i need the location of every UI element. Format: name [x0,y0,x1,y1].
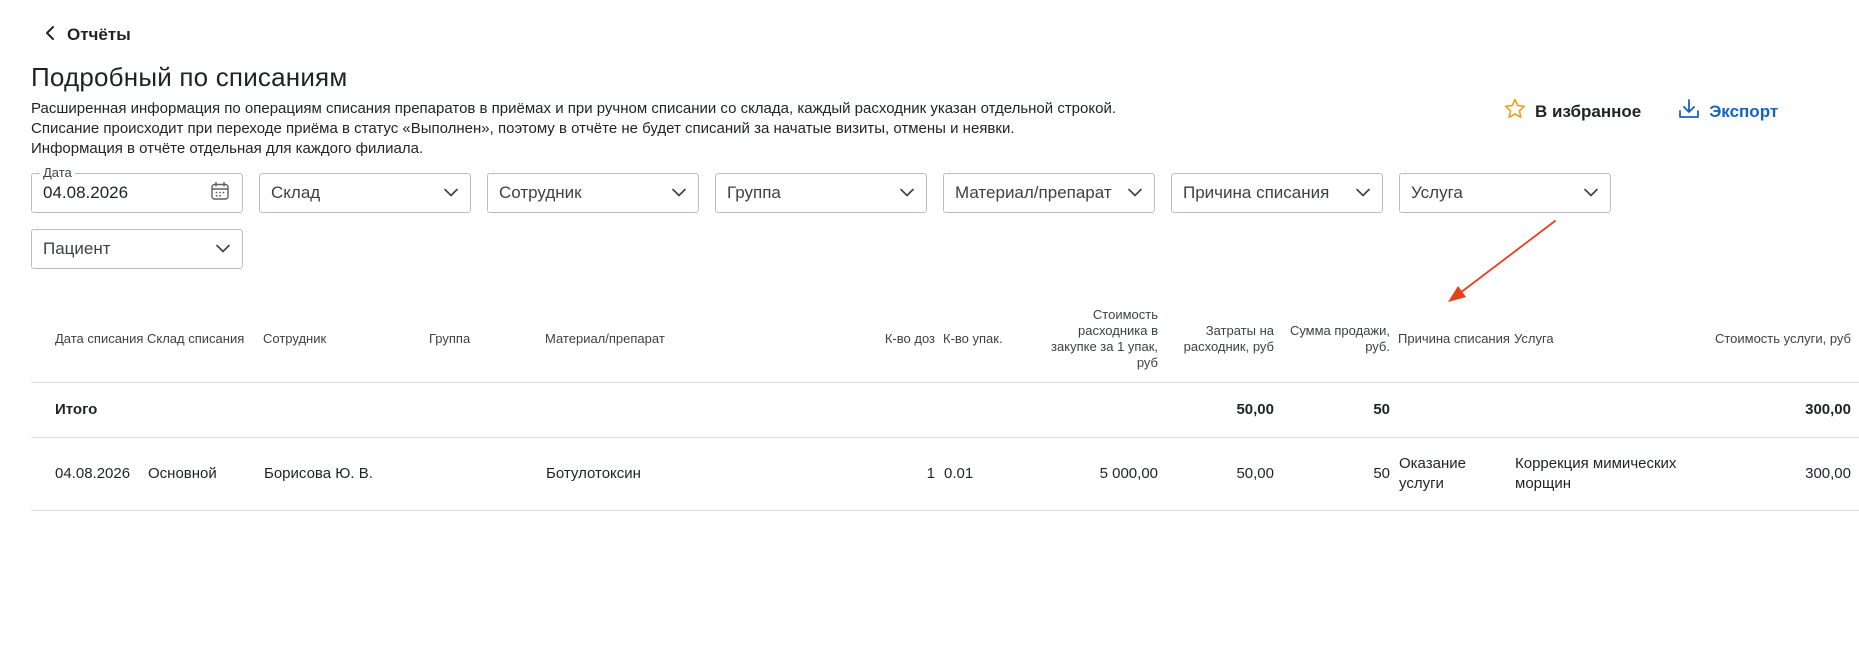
column-header[interactable]: К-во упак. [943,296,1033,383]
warehouse-filter[interactable]: Склад [259,173,471,213]
cell-service: Коррекция мимических морщин [1514,437,1714,511]
cell-material: Ботулотоксин [545,437,877,511]
employee-filter[interactable]: Сотрудник [487,173,699,213]
column-header[interactable]: Материал/препарат [545,296,877,383]
total-costs: 50,00 [1166,382,1282,438]
service-filter[interactable]: Услуга [1399,173,1611,213]
patient-filter-placeholder: Пациент [43,239,111,258]
column-header[interactable]: Сотрудник [263,296,429,383]
column-header[interactable]: Причина списания [1398,296,1514,383]
cell-reason: Оказание услуги [1398,437,1514,511]
column-header[interactable]: Услуга [1514,296,1714,383]
chevron-down-icon [1128,184,1142,202]
cell-unit-cost: 5 000,00 [1033,437,1166,511]
cell-sales: 50 [1282,437,1398,511]
column-header[interactable]: Затраты на расходник, руб [1166,296,1282,383]
column-header[interactable]: Склад списания [147,296,263,383]
cell-packs: 0.01 [943,437,1033,511]
page-description: Расширенная информация по операциям спис… [31,99,1231,159]
cell-costs: 50,00 [1166,437,1282,511]
column-header[interactable]: Сумма продажи, руб. [1282,296,1398,383]
chevron-down-icon [1584,184,1598,202]
material-filter-placeholder: Материал/препарат [955,183,1112,202]
cell-group [429,437,545,511]
column-header[interactable]: Группа [429,296,545,383]
chevron-down-icon [1356,184,1370,202]
total-row: Итого 50,00 50 300,00 [31,382,1859,438]
total-service-cost: 300,00 [1714,382,1859,438]
group-filter[interactable]: Группа [715,173,927,213]
star-icon [1503,97,1527,126]
page-title: Подробный по списаниям [31,62,348,92]
chevron-down-icon [672,184,686,202]
cell-doses: 1 [877,437,943,511]
warehouse-filter-placeholder: Склад [271,183,321,202]
calendar-icon[interactable] [210,181,230,206]
column-header[interactable]: Стоимость услуги, руб [1714,296,1859,383]
download-icon [1677,97,1701,126]
description-line: Расширенная информация по операциям спис… [31,100,1116,117]
column-header[interactable]: Стоимость расходника в закупке за 1 упак… [1033,296,1166,383]
column-header[interactable]: Дата списания [31,296,147,383]
table-header-row: Дата списания Склад списания Сотрудник Г… [31,296,1859,383]
chevron-down-icon [444,184,458,202]
group-filter-placeholder: Группа [727,183,781,202]
chevron-down-icon [900,184,914,202]
date-filter-legend: Дата [40,165,75,181]
service-filter-placeholder: Услуга [1411,183,1463,202]
employee-filter-placeholder: Сотрудник [499,183,582,202]
cell-employee: Борисова Ю. В. [263,437,429,511]
patient-filter[interactable]: Пациент [31,229,243,269]
column-header[interactable]: К-во доз [877,296,943,383]
total-label: Итого [31,382,147,438]
favorite-label: В избранное [1535,101,1642,121]
cell-date: 04.08.2026 [31,437,147,511]
total-sales: 50 [1282,382,1398,438]
annotation-arrow-line [1459,220,1556,294]
table-row[interactable]: 04.08.2026 Основной Борисова Ю. В. Ботул… [31,437,1859,511]
header-actions: В избранное Экспорт [1503,97,1778,126]
material-filter[interactable]: Материал/препарат [943,173,1155,213]
description-line: Списание происходит при переходе приёма … [31,120,1015,137]
writeoff-table: Дата списания Склад списания Сотрудник Г… [31,296,1859,511]
chevron-left-icon [45,25,55,46]
cell-service-cost: 300,00 [1714,437,1859,511]
favorite-button[interactable]: В избранное [1503,97,1641,126]
date-filter[interactable]: Дата 04.08.2026 [31,165,243,213]
description-line: Информация в отчёте отдельная для каждог… [31,140,424,157]
chevron-down-icon [216,240,230,258]
reason-filter-placeholder: Причина списания [1183,183,1330,202]
export-button[interactable]: Экспорт [1677,97,1778,126]
date-filter-value: 04.08.2026 [43,183,129,202]
cell-warehouse: Основной [147,437,263,511]
reason-filter[interactable]: Причина списания [1171,173,1383,213]
export-label: Экспорт [1709,101,1779,121]
back-link-label: Отчёты [67,25,131,44]
back-link[interactable]: Отчёты [45,22,131,48]
